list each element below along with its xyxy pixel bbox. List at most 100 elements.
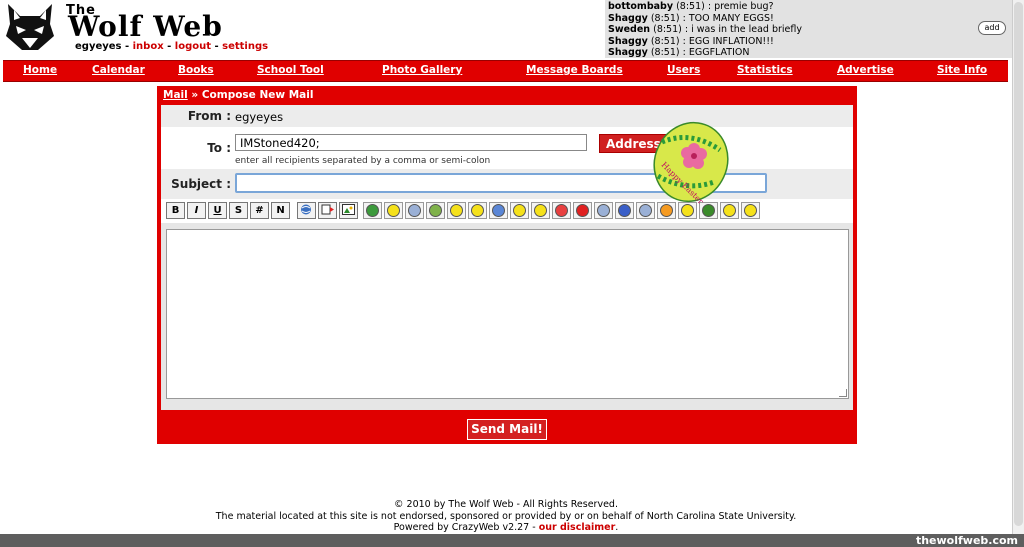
to-label: To :	[207, 141, 231, 155]
shout-message: Shaggy (8:51) : TOO MANY EGGS!	[608, 13, 802, 25]
wolf-logo-icon[interactable]	[4, 2, 56, 54]
shout-message: bottombaby (8:51) : premie bug?	[608, 1, 802, 13]
nav-photo-gallery[interactable]: Photo Gallery	[382, 64, 462, 76]
shout-list: bottombaby (8:51) : premie bug? Shaggy (8…	[608, 1, 802, 59]
shout-time: (8:51)	[653, 24, 682, 36]
nav-home[interactable]: Home	[23, 64, 57, 76]
subject-label: Subject :	[171, 177, 231, 191]
to-input[interactable]: IMStoned420;	[235, 134, 587, 151]
underline-button[interactable]: U	[208, 202, 227, 219]
from-row: From : egyeyes	[161, 105, 853, 127]
to-hint: enter all recipients separated by a comm…	[235, 156, 491, 166]
smiley-icon[interactable]	[741, 202, 760, 219]
smiley-icon[interactable]	[552, 202, 571, 219]
smiley-face	[618, 204, 631, 217]
smiley-icon[interactable]	[531, 202, 550, 219]
smiley-icon[interactable]	[426, 202, 445, 219]
username[interactable]: egyeyes	[75, 41, 122, 52]
smiley-face	[387, 204, 400, 217]
smiley-face	[429, 204, 442, 217]
smiley-face	[597, 204, 610, 217]
copyright: © 2010 by The Wolf Web - All Rights Rese…	[394, 499, 618, 510]
message-body-textarea[interactable]	[166, 229, 849, 399]
smiley-icon[interactable]	[573, 202, 592, 219]
smiley-icon[interactable]	[699, 202, 718, 219]
shout-time: (8:51)	[650, 47, 680, 59]
disclaimer-text: The material located at this site is not…	[215, 510, 797, 522]
smiley-icon[interactable]	[405, 202, 424, 219]
smiley-face	[534, 204, 547, 217]
shoutbox: bottombaby (8:51) : premie bug? Shaggy (8…	[605, 0, 1020, 58]
image-icon[interactable]	[339, 202, 358, 219]
smiley-face	[408, 204, 421, 217]
smiley-face	[366, 204, 379, 217]
nav-users[interactable]: Users	[667, 64, 700, 76]
disclaimer-link[interactable]: our disclaimer	[539, 522, 616, 533]
breadcrumb: Mail » Compose New Mail	[163, 89, 314, 101]
smiley-face	[744, 204, 757, 217]
smiley-icon[interactable]	[363, 202, 382, 219]
footer: © 2010 by The Wolf Web - All Rights Rese…	[0, 499, 1012, 534]
from-label: From :	[187, 109, 231, 123]
compose-panel: Mail » Compose New Mail From : egyeyes T…	[157, 86, 857, 444]
normal-button[interactable]: N	[271, 202, 290, 219]
formatting-toolbar: B I U S # N	[161, 199, 853, 223]
smiley-face	[576, 204, 589, 217]
shout-user[interactable]: Shaggy	[608, 13, 648, 24]
smiley-face	[492, 204, 505, 217]
nav-site-info[interactable]: Site Info	[937, 64, 987, 76]
main-nav: Home Calendar Books School Tool Photo Ga…	[3, 60, 1008, 82]
powered-by: Powered by CrazyWeb v2.27 - our disclaim…	[393, 522, 619, 534]
inbox-link[interactable]: inbox	[133, 41, 164, 52]
easter-egg-icon[interactable]: Happy Easter	[646, 120, 730, 204]
nav-message-boards[interactable]: Message Boards	[526, 64, 623, 76]
shout-text: : EGG INFLATION!!!	[682, 35, 774, 47]
smiley-icon[interactable]	[468, 202, 487, 219]
bold-button[interactable]: B	[166, 202, 185, 219]
smiley-face	[471, 204, 484, 217]
smiley-icon[interactable]	[447, 202, 466, 219]
nav-advertise[interactable]: Advertise	[837, 64, 894, 76]
smiley-face	[450, 204, 463, 217]
smiley-icon[interactable]	[615, 202, 634, 219]
smiley-icon[interactable]	[720, 202, 739, 219]
nav-books[interactable]: Books	[178, 64, 214, 76]
vertical-scrollbar[interactable]	[1012, 0, 1024, 534]
nav-school-tool[interactable]: School Tool	[257, 64, 324, 76]
smiley-icon[interactable]	[657, 202, 676, 219]
strike-button[interactable]: S	[229, 202, 248, 219]
shout-user[interactable]: Shaggy	[608, 47, 648, 58]
shout-user[interactable]: Shaggy	[608, 36, 648, 47]
breadcrumb-mail-link[interactable]: Mail	[163, 89, 188, 101]
smiley-icon[interactable]	[384, 202, 403, 219]
watermark: thewolfweb.com	[915, 534, 1018, 547]
video-icon[interactable]	[318, 202, 337, 219]
scrollbar-thumb[interactable]	[1014, 2, 1023, 526]
shout-message: Shaggy (8:51) : EGG INFLATION!!!	[608, 36, 802, 48]
smiley-icon[interactable]	[678, 202, 697, 219]
send-mail-button[interactable]: Send Mail!	[467, 419, 547, 440]
nav-statistics[interactable]: Statistics	[737, 64, 793, 76]
smiley-icon[interactable]	[510, 202, 529, 219]
smiley-face	[681, 204, 694, 217]
logout-link[interactable]: logout	[175, 41, 211, 52]
resize-handle[interactable]	[839, 389, 847, 397]
smiley-face	[639, 204, 652, 217]
shout-message: Shaggy (8:51) : EGGFLATION	[608, 47, 802, 59]
smiley-icon[interactable]	[636, 202, 655, 219]
smiley-icon[interactable]	[489, 202, 508, 219]
code-button[interactable]: #	[250, 202, 269, 219]
shout-user[interactable]: bottombaby	[608, 1, 673, 12]
settings-link[interactable]: settings	[222, 41, 268, 52]
add-shout-button[interactable]: add	[978, 21, 1006, 35]
italic-button[interactable]: I	[187, 202, 206, 219]
shout-user[interactable]: Sweden	[608, 24, 650, 35]
smiley-icon[interactable]	[594, 202, 613, 219]
link-icon[interactable]	[297, 202, 316, 219]
brand-name[interactable]: Wolf Web	[68, 10, 223, 43]
shout-text: : TOO MANY EGGS!	[682, 12, 774, 24]
smiley-face	[702, 204, 715, 217]
smiley-face	[660, 204, 673, 217]
nav-calendar[interactable]: Calendar	[92, 64, 145, 76]
smiley-face	[555, 204, 568, 217]
